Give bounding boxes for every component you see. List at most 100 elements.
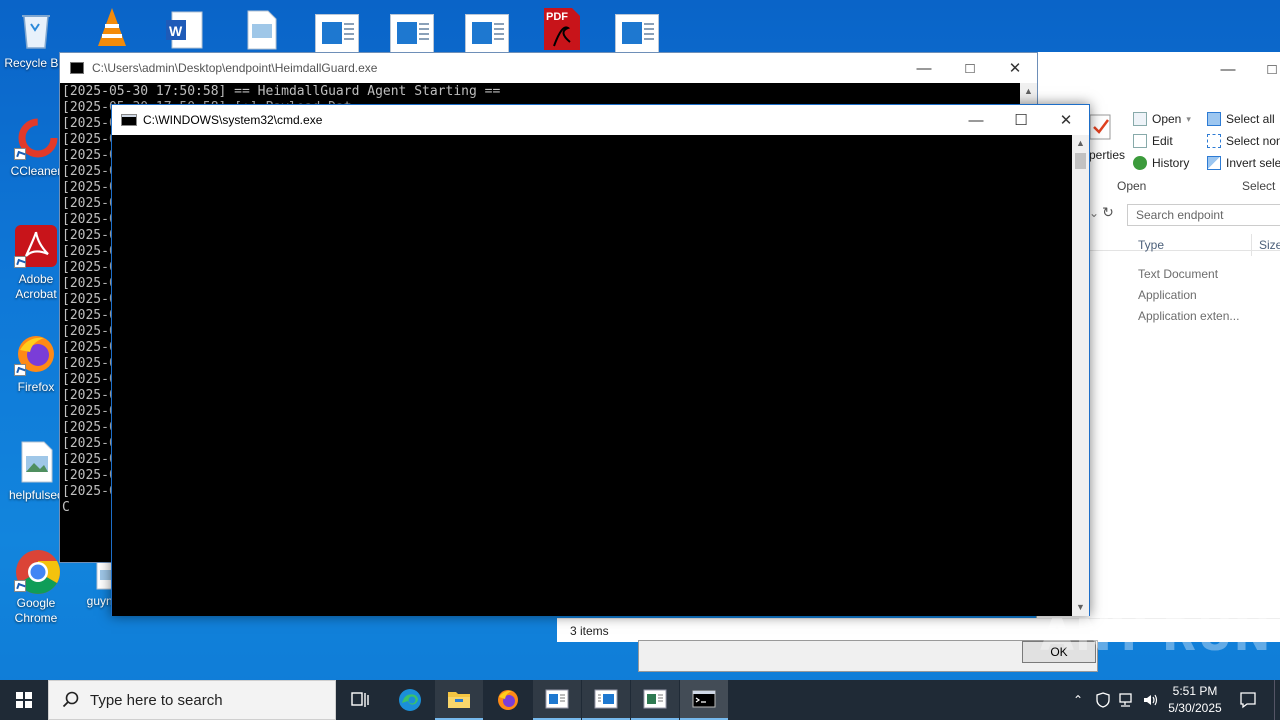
file-type-cell: Text Document — [1138, 267, 1219, 281]
scroll-up-icon[interactable]: ▲ — [1072, 135, 1089, 152]
vlc-icon — [98, 8, 126, 46]
open-icon — [1133, 112, 1147, 126]
taskbar-file-explorer[interactable] — [435, 680, 483, 720]
close-button[interactable]: ✕ — [1043, 105, 1089, 135]
edit-button[interactable]: Edit — [1133, 134, 1173, 148]
close-button[interactable]: ✕ — [992, 53, 1038, 83]
maximize-button[interactable]: ☐ — [998, 105, 1044, 135]
taskbar-edge[interactable] — [386, 680, 434, 720]
clock-time: 5:51 PM — [1172, 684, 1218, 698]
show-desktop-button[interactable] — [1274, 680, 1280, 720]
minimize-button[interactable]: — — [953, 105, 999, 135]
minimize-button[interactable]: — — [1205, 54, 1251, 84]
desktop-icon-document-4[interactable] — [615, 14, 659, 54]
select-all-button[interactable]: Select all — [1207, 112, 1275, 126]
action-center-button[interactable] — [1236, 680, 1260, 720]
properties-label[interactable]: perties — [1089, 148, 1125, 162]
shortcut-arrow-icon — [14, 364, 26, 376]
console-output[interactable] — [112, 136, 1072, 616]
maximize-button[interactable]: □ — [947, 53, 993, 83]
shortcut-arrow-icon — [14, 256, 26, 268]
svg-text:W: W — [169, 23, 183, 39]
open-label: Open — [1152, 112, 1182, 126]
tray-volume-icon[interactable] — [1140, 680, 1162, 720]
edit-label: Edit — [1152, 134, 1173, 148]
ribbon-group-open: Open — [1117, 179, 1147, 193]
message-dialog: OK — [638, 640, 1098, 672]
console-icon — [692, 690, 716, 708]
task-view-icon — [351, 692, 369, 707]
application-window-icon — [545, 689, 569, 709]
scroll-thumb[interactable] — [1075, 153, 1086, 169]
select-all-icon — [1207, 112, 1221, 126]
invert-selection-button[interactable]: Invert selec — [1207, 156, 1280, 170]
edge-icon — [399, 689, 421, 711]
show-hidden-icons-button[interactable]: ⌃ — [1068, 680, 1088, 720]
desktop-icon-label: helpfulsec — [8, 488, 64, 502]
properties-icon — [1089, 114, 1111, 140]
desktop-icon-label: Google Chrome — [14, 596, 58, 625]
clock-date: 5/30/2025 — [1168, 701, 1222, 715]
desktop-icon-vlc[interactable] — [94, 6, 130, 50]
desktop-icon-document-1[interactable] — [315, 14, 359, 54]
document-icon — [322, 22, 342, 44]
taskbar-app-3[interactable] — [631, 680, 679, 720]
document-icon — [622, 22, 642, 44]
file-type-cell: Application — [1138, 288, 1197, 302]
taskbar-search-box[interactable]: Type here to search — [48, 680, 336, 720]
search-placeholder: Type here to search — [90, 691, 223, 709]
firefox-icon — [14, 332, 58, 376]
ribbon-group-select: Select — [1242, 179, 1276, 193]
taskbar-cmd[interactable] — [680, 680, 728, 720]
open-button[interactable]: Open ▾ — [1133, 112, 1191, 126]
refresh-icon[interactable]: ↻ — [1099, 204, 1117, 226]
scroll-up-icon[interactable]: ▲ — [1020, 83, 1037, 100]
recycle-bin-icon — [14, 8, 58, 52]
svg-text:PDF: PDF — [546, 11, 568, 23]
history-label: History — [1152, 156, 1190, 170]
window-titlebar[interactable]: C:\WINDOWS\system32\cmd.exe — [112, 105, 1089, 135]
history-button[interactable]: History — [1133, 156, 1189, 170]
properties-button[interactable] — [1089, 114, 1111, 140]
folder-icon — [448, 692, 470, 708]
shortcut-arrow-icon — [14, 148, 26, 160]
tray-security-icon[interactable] — [1092, 680, 1114, 720]
search-icon — [62, 691, 79, 708]
document-lines — [494, 23, 504, 43]
window-title: C:\Users\admin\Desktop\endpoint\Heimdall… — [92, 61, 378, 75]
column-header-type[interactable]: Type — [1138, 238, 1164, 252]
column-header-size[interactable]: Size — [1259, 238, 1280, 252]
shield-icon — [1096, 692, 1110, 708]
edit-icon — [1133, 134, 1147, 148]
desktop-icon-document-3[interactable] — [465, 14, 509, 54]
document-icon — [397, 22, 417, 44]
select-none-button[interactable]: Select non — [1207, 134, 1280, 148]
maximize-button[interactable]: □ — [1249, 54, 1280, 84]
task-view-button[interactable] — [336, 680, 384, 720]
taskbar-firefox[interactable] — [484, 680, 532, 720]
chevron-down-icon: ▾ — [1186, 113, 1191, 124]
start-button[interactable] — [0, 680, 48, 720]
minimize-button[interactable]: — — [901, 53, 947, 83]
adobe-acrobat-icon — [14, 224, 58, 268]
window-titlebar[interactable]: C:\Users\admin\Desktop\endpoint\Heimdall… — [60, 53, 1037, 83]
cmd-window[interactable]: C:\WINDOWS\system32\cmd.exe — ☐ ✕ ▲ ▼ — [111, 104, 1090, 616]
search-input[interactable]: Search endpoint — [1127, 204, 1280, 226]
column-divider — [1251, 234, 1252, 256]
taskbar-clock[interactable]: 5:51 PM 5/30/2025 — [1160, 683, 1230, 717]
desktop-icon-image-file[interactable] — [244, 10, 280, 50]
taskbar-app-1[interactable] — [533, 680, 581, 720]
invert-selection-label: Invert selec — [1226, 156, 1280, 170]
ccleaner-icon — [14, 116, 58, 160]
tray-network-icon[interactable] — [1116, 680, 1138, 720]
document-lines — [419, 23, 429, 43]
item-count: 3 items — [570, 624, 609, 638]
console-line: [2025-05-30 17:50:58] == HeimdallGuard A… — [62, 84, 501, 99]
document-lines — [344, 23, 354, 43]
file-type-cell: Application exten... — [1138, 309, 1240, 323]
desktop-icon-pdf[interactable]: PDF — [540, 6, 584, 52]
taskbar-app-2[interactable] — [582, 680, 630, 720]
desktop-icon-word-doc[interactable]: W — [164, 10, 204, 50]
vertical-scrollbar[interactable]: ▲ ▼ — [1072, 135, 1089, 616]
desktop-icon-document-2[interactable] — [390, 14, 434, 54]
